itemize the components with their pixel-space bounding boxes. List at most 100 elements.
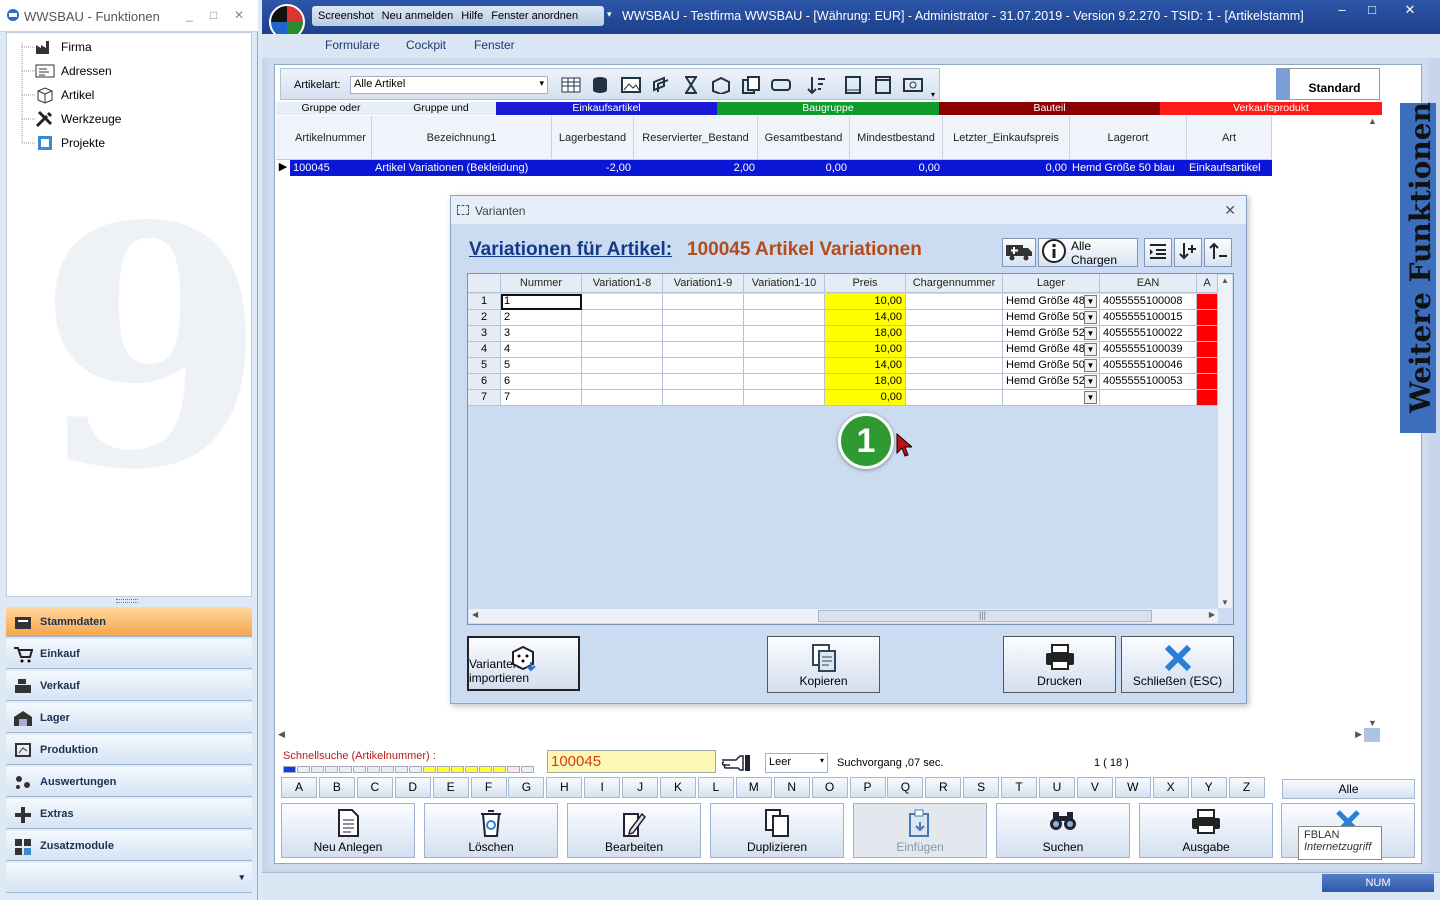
sort-down-icon[interactable] bbox=[805, 74, 827, 96]
cell-nummer[interactable]: 4 bbox=[501, 342, 582, 358]
tree-item-adressen[interactable]: Adressen bbox=[35, 61, 112, 81]
cell-nummer[interactable]: 1 bbox=[501, 294, 582, 310]
column-header[interactable]: EAN bbox=[1100, 274, 1197, 293]
alphabet-all-button[interactable]: Alle bbox=[1282, 779, 1415, 799]
letter-button-b[interactable]: B bbox=[318, 777, 355, 798]
lager-dropdown-icon[interactable]: ▼ bbox=[1084, 295, 1097, 308]
cell-ean[interactable]: 4055555100008 bbox=[1100, 294, 1197, 310]
cell-variation-1-8[interactable] bbox=[582, 390, 663, 406]
cell-lagerbestand[interactable]: -2,00 bbox=[552, 160, 631, 176]
cell-variation-1-8[interactable] bbox=[582, 342, 663, 358]
tree-item-artikel[interactable]: Artikel bbox=[35, 85, 94, 105]
cell-letzter-einkaufspreis[interactable]: 0,00 bbox=[943, 160, 1067, 176]
cell-ean[interactable] bbox=[1100, 390, 1197, 406]
search-mode-select[interactable]: Leer ▾ bbox=[765, 753, 828, 773]
cell-ean[interactable]: 4055555100015 bbox=[1100, 310, 1197, 326]
cell-ean[interactable]: 4055555100039 bbox=[1100, 342, 1197, 358]
cell-mindestbestand[interactable]: 0,00 bbox=[850, 160, 940, 176]
cell-bezeichnung[interactable]: Artikel Variationen (Bekleidung) bbox=[375, 160, 528, 176]
filter-gruppe-und[interactable]: Gruppe und bbox=[386, 102, 496, 115]
letter-button-s[interactable]: S bbox=[963, 777, 1000, 798]
sort-add-down-button[interactable] bbox=[1174, 238, 1202, 267]
cell-preis[interactable]: 10,00 bbox=[825, 342, 906, 358]
letter-button-o[interactable]: O bbox=[811, 777, 848, 798]
cell-nummer[interactable]: 3 bbox=[501, 326, 582, 342]
schliessen-button[interactable]: Schließen (ESC) bbox=[1121, 636, 1234, 693]
letter-button-p[interactable]: P bbox=[849, 777, 886, 798]
cell-variation-1-9[interactable] bbox=[663, 342, 744, 358]
letter-button-f[interactable]: F bbox=[470, 777, 507, 798]
letter-button-t[interactable]: T bbox=[1001, 777, 1038, 798]
close-button[interactable]: ✕ bbox=[234, 8, 244, 22]
cell-reservierter-bestand[interactable]: 2,00 bbox=[634, 160, 755, 176]
quick-fenster-anordnen[interactable]: Fenster anordnen bbox=[491, 10, 578, 22]
cell-artikelnummer[interactable]: 100045 bbox=[293, 160, 330, 176]
cell-a[interactable] bbox=[1197, 326, 1218, 342]
cell-nummer[interactable]: 7 bbox=[501, 390, 582, 406]
quick-hilfe[interactable]: Hilfe bbox=[461, 10, 483, 22]
layout-icon[interactable] bbox=[902, 74, 924, 96]
cell-variation-1-9[interactable] bbox=[663, 310, 744, 326]
lager-dropdown-icon[interactable]: ▼ bbox=[1084, 311, 1097, 324]
nav-stammdaten[interactable]: Stammdaten bbox=[6, 607, 252, 637]
cell-ean[interactable]: 4055555100046 bbox=[1100, 358, 1197, 374]
tree-item-projekte[interactable]: Projekte bbox=[35, 133, 105, 153]
column-header[interactable]: Variation1-10 bbox=[744, 274, 825, 293]
cell-a[interactable] bbox=[1197, 374, 1218, 390]
cell-preis[interactable]: 14,00 bbox=[825, 310, 906, 326]
weitere-funktionen-tab[interactable]: Weitere Funktionen bbox=[1400, 102, 1437, 433]
cell-nummer[interactable]: 2 bbox=[501, 310, 582, 326]
cell-a[interactable] bbox=[1197, 358, 1218, 374]
lager-dropdown-icon[interactable]: ▼ bbox=[1084, 359, 1097, 372]
cell-variation-1-8[interactable] bbox=[582, 374, 663, 390]
ambulance-button[interactable] bbox=[1002, 238, 1036, 267]
letter-button-y[interactable]: Y bbox=[1190, 777, 1227, 798]
maximize-button[interactable]: □ bbox=[210, 8, 217, 22]
filter-einkaufsartikel[interactable]: Einkaufsartikel bbox=[496, 102, 717, 115]
cell-ean[interactable]: 4055555100022 bbox=[1100, 326, 1197, 342]
letter-button-m[interactable]: M bbox=[735, 777, 772, 798]
cell-variation-1-10[interactable] bbox=[744, 390, 825, 406]
cell-chargennummer[interactable] bbox=[906, 390, 1003, 406]
column-header[interactable]: Preis bbox=[825, 274, 906, 293]
letter-button-r[interactable]: R bbox=[925, 777, 962, 798]
cell-ean[interactable]: 4055555100053 bbox=[1100, 374, 1197, 390]
letter-button-i[interactable]: I bbox=[584, 777, 621, 798]
variations-vertical-scrollbar[interactable]: ▲ ▼ bbox=[1218, 275, 1232, 608]
package-icon[interactable] bbox=[710, 74, 732, 96]
cell-chargennummer[interactable] bbox=[906, 342, 1003, 358]
letter-button-x[interactable]: X bbox=[1152, 777, 1189, 798]
minimize-button[interactable]: _ bbox=[186, 8, 193, 22]
column-header[interactable]: Reservierter_Bestand bbox=[634, 116, 758, 160]
tree-item-werkzeuge[interactable]: Werkzeuge bbox=[35, 109, 121, 129]
copy-document-icon[interactable] bbox=[740, 74, 762, 96]
lager-dropdown-icon[interactable]: ▼ bbox=[1084, 327, 1097, 340]
image-icon[interactable] bbox=[620, 74, 642, 96]
column-header[interactable]: Variation1-8 bbox=[582, 274, 663, 293]
column-header[interactable]: Variation1-9 bbox=[663, 274, 744, 293]
letter-button-a[interactable]: A bbox=[281, 777, 317, 798]
quick-access-dropdown-icon[interactable]: ▾ bbox=[607, 9, 612, 20]
nav-auswertungen[interactable]: Auswertungen bbox=[6, 767, 252, 797]
nav-lager[interactable]: Lager bbox=[6, 703, 252, 733]
splitter-grip[interactable] bbox=[116, 599, 138, 603]
main-vertical-scrollbar[interactable]: ▲ ▼ bbox=[1366, 116, 1380, 728]
tree-item-firma[interactable]: Firma bbox=[35, 37, 92, 57]
cell-nummer[interactable]: 5 bbox=[501, 358, 582, 374]
calendar-grid-icon[interactable] bbox=[560, 74, 582, 96]
letter-button-n[interactable]: N bbox=[773, 777, 810, 798]
cell-variation-1-9[interactable] bbox=[663, 390, 744, 406]
window-maximize-button[interactable]: □ bbox=[1358, 2, 1386, 20]
cell-nummer[interactable]: 6 bbox=[501, 374, 582, 390]
cell-variation-1-10[interactable] bbox=[744, 326, 825, 342]
cell-variation-1-10[interactable] bbox=[744, 310, 825, 326]
letter-button-w[interactable]: W bbox=[1114, 777, 1151, 798]
cell-variation-1-10[interactable] bbox=[744, 294, 825, 310]
lager-dropdown-icon[interactable]: ▼ bbox=[1084, 375, 1097, 388]
cell-a[interactable] bbox=[1197, 294, 1218, 310]
cell-chargennummer[interactable] bbox=[906, 358, 1003, 374]
suchen-button[interactable]: Suchen bbox=[996, 803, 1130, 858]
cell-variation-1-8[interactable] bbox=[582, 294, 663, 310]
sort-remove-up-button[interactable] bbox=[1204, 238, 1232, 267]
menu-cockpit[interactable]: Cockpit bbox=[406, 38, 446, 52]
